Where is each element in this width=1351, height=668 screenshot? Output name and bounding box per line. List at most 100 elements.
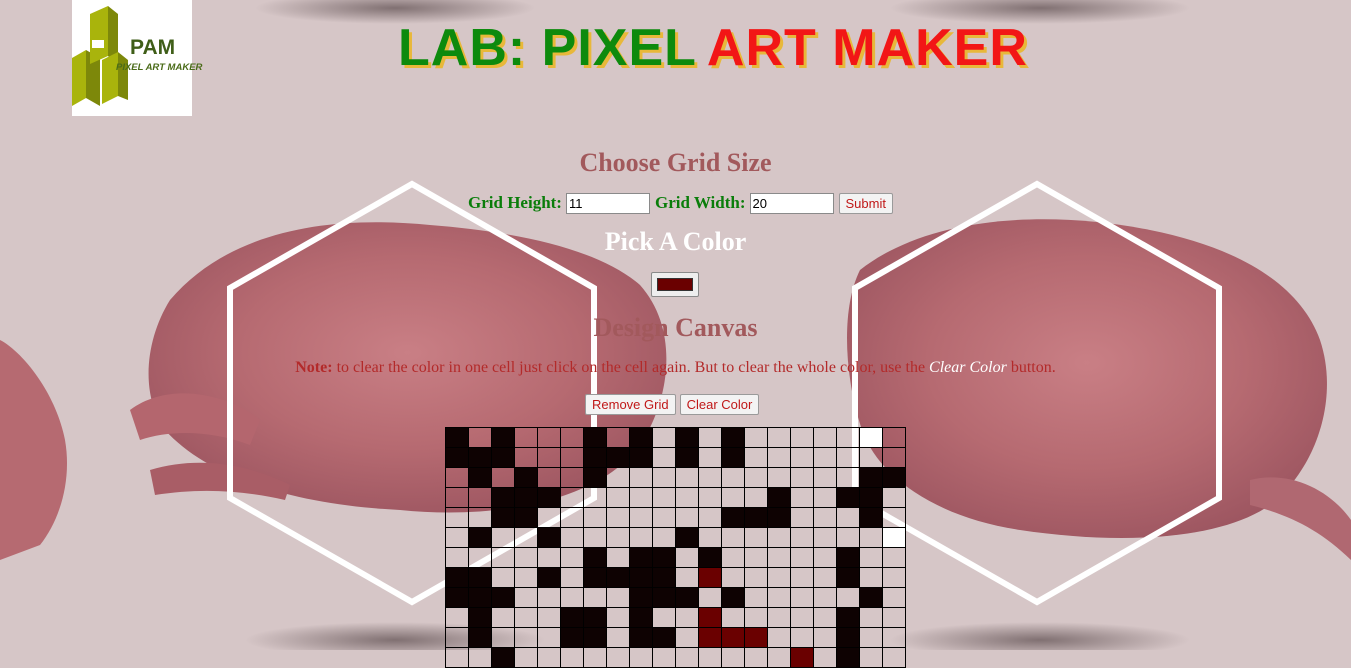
canvas-cell[interactable] [698, 507, 722, 528]
canvas-cell[interactable] [813, 547, 837, 568]
canvas-cell[interactable] [629, 527, 653, 548]
canvas-cell[interactable] [675, 487, 699, 508]
canvas-cell[interactable] [491, 507, 515, 528]
canvas-cell[interactable] [583, 587, 607, 608]
canvas-cell[interactable] [537, 587, 561, 608]
canvas-cell[interactable] [583, 627, 607, 648]
canvas-cell[interactable] [675, 627, 699, 648]
canvas-cell[interactable] [537, 487, 561, 508]
grid-height-input[interactable] [565, 192, 650, 214]
canvas-cell[interactable] [859, 527, 883, 548]
canvas-cell[interactable] [859, 467, 883, 488]
canvas-cell[interactable] [537, 647, 561, 668]
canvas-cell[interactable] [537, 467, 561, 488]
canvas-cell[interactable] [468, 447, 492, 468]
canvas-cell[interactable] [445, 547, 469, 568]
canvas-cell[interactable] [629, 607, 653, 628]
canvas-cell[interactable] [629, 587, 653, 608]
canvas-cell[interactable] [698, 627, 722, 648]
canvas-cell[interactable] [721, 467, 745, 488]
canvas-cell[interactable] [537, 627, 561, 648]
canvas-cell[interactable] [744, 467, 768, 488]
canvas-cell[interactable] [790, 527, 814, 548]
canvas-cell[interactable] [445, 647, 469, 668]
canvas-cell[interactable] [721, 587, 745, 608]
canvas-cell[interactable] [583, 467, 607, 488]
canvas-cell[interactable] [629, 627, 653, 648]
canvas-cell[interactable] [744, 627, 768, 648]
canvas-cell[interactable] [445, 607, 469, 628]
canvas-cell[interactable] [767, 447, 791, 468]
canvas-cell[interactable] [698, 647, 722, 668]
canvas-cell[interactable] [560, 587, 584, 608]
canvas-cell[interactable] [652, 647, 676, 668]
canvas-cell[interactable] [790, 427, 814, 448]
canvas-cell[interactable] [652, 507, 676, 528]
canvas-cell[interactable] [583, 507, 607, 528]
canvas-cell[interactable] [882, 427, 906, 448]
canvas-cell[interactable] [537, 607, 561, 628]
canvas-cell[interactable] [445, 467, 469, 488]
canvas-cell[interactable] [836, 527, 860, 548]
canvas-cell[interactable] [836, 627, 860, 648]
canvas-cell[interactable] [606, 627, 630, 648]
canvas-cell[interactable] [813, 527, 837, 548]
canvas-cell[interactable] [813, 607, 837, 628]
canvas-cell[interactable] [882, 527, 906, 548]
canvas-cell[interactable] [583, 447, 607, 468]
canvas-cell[interactable] [468, 607, 492, 628]
canvas-cell[interactable] [606, 587, 630, 608]
canvas-cell[interactable] [790, 647, 814, 668]
canvas-cell[interactable] [767, 567, 791, 588]
canvas-cell[interactable] [560, 607, 584, 628]
canvas-cell[interactable] [491, 427, 515, 448]
canvas-cell[interactable] [836, 547, 860, 568]
canvas-cell[interactable] [606, 427, 630, 448]
canvas-cell[interactable] [491, 607, 515, 628]
canvas-cell[interactable] [583, 527, 607, 548]
canvas-cell[interactable] [652, 527, 676, 548]
canvas-cell[interactable] [698, 547, 722, 568]
canvas-cell[interactable] [537, 527, 561, 548]
canvas-cell[interactable] [882, 587, 906, 608]
canvas-cell[interactable] [882, 647, 906, 668]
canvas-cell[interactable] [491, 587, 515, 608]
canvas-cell[interactable] [537, 427, 561, 448]
canvas-cell[interactable] [468, 547, 492, 568]
canvas-cell[interactable] [629, 647, 653, 668]
canvas-cell[interactable] [560, 627, 584, 648]
canvas-cell[interactable] [537, 507, 561, 528]
canvas-cell[interactable] [514, 447, 538, 468]
submit-button[interactable]: Submit [838, 192, 893, 214]
canvas-cell[interactable] [721, 567, 745, 588]
canvas-cell[interactable] [744, 587, 768, 608]
canvas-cell[interactable] [698, 487, 722, 508]
canvas-cell[interactable] [491, 627, 515, 648]
canvas-cell[interactable] [652, 607, 676, 628]
canvas-cell[interactable] [606, 567, 630, 588]
canvas-cell[interactable] [629, 487, 653, 508]
canvas-cell[interactable] [606, 547, 630, 568]
canvas-cell[interactable] [514, 647, 538, 668]
canvas-cell[interactable] [583, 647, 607, 668]
canvas-cell[interactable] [698, 427, 722, 448]
canvas-cell[interactable] [882, 607, 906, 628]
canvas-cell[interactable] [790, 567, 814, 588]
canvas-cell[interactable] [813, 447, 837, 468]
canvas-cell[interactable] [445, 507, 469, 528]
canvas-cell[interactable] [721, 547, 745, 568]
canvas-cell[interactable] [583, 547, 607, 568]
canvas-cell[interactable] [468, 487, 492, 508]
canvas-cell[interactable] [767, 607, 791, 628]
canvas-cell[interactable] [583, 427, 607, 448]
canvas-cell[interactable] [468, 527, 492, 548]
canvas-cell[interactable] [767, 527, 791, 548]
canvas-cell[interactable] [836, 647, 860, 668]
grid-width-input[interactable] [749, 192, 834, 214]
canvas-cell[interactable] [813, 507, 837, 528]
color-picker[interactable] [651, 272, 699, 297]
canvas-cell[interactable] [514, 467, 538, 488]
canvas-cell[interactable] [790, 607, 814, 628]
canvas-cell[interactable] [652, 567, 676, 588]
canvas-cell[interactable] [629, 447, 653, 468]
